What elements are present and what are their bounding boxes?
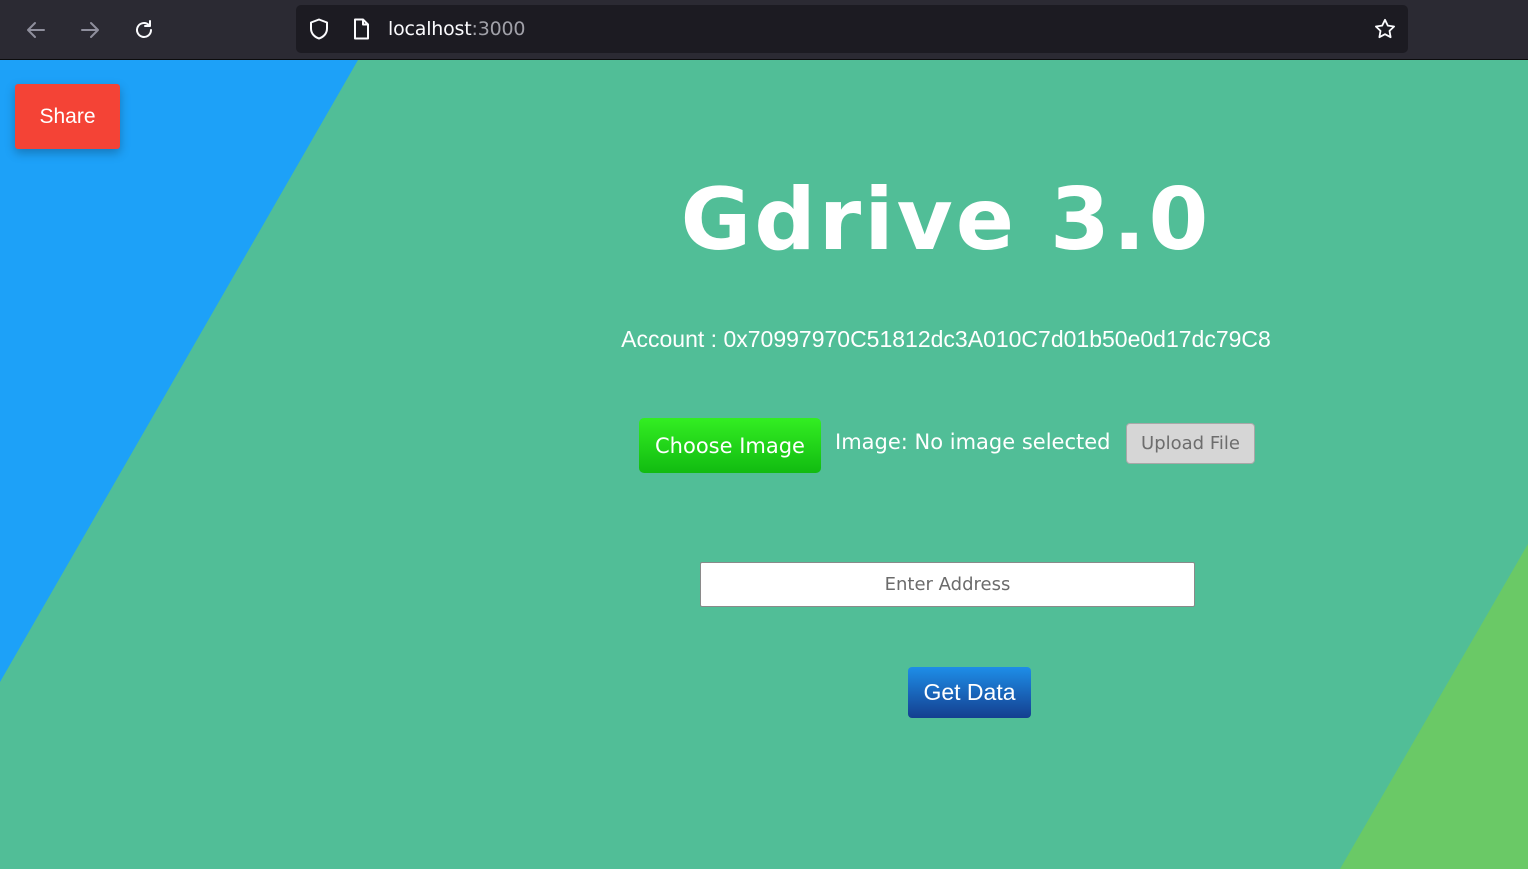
star-icon[interactable] (1373, 17, 1397, 41)
arrow-left-icon (27, 22, 45, 38)
right-green-corner (1340, 544, 1528, 869)
address-bar[interactable]: localhost:3000 (296, 5, 1408, 53)
browser-toolbar: localhost:3000 (0, 0, 1528, 60)
address-input[interactable] (700, 562, 1195, 607)
shield-icon[interactable] (307, 17, 331, 41)
share-button[interactable]: Share (15, 84, 120, 149)
reload-icon (136, 20, 152, 38)
forward-button[interactable] (72, 12, 108, 48)
page-title: Gdrive 3.0 (680, 170, 1212, 270)
page-content: Share Gdrive 3.0 Account : 0x70997970C51… (0, 60, 1528, 869)
arrow-right-icon (81, 22, 99, 38)
back-button[interactable] (18, 12, 54, 48)
left-blue-panel (0, 60, 358, 682)
image-status-label: Image: No image selected (835, 430, 1111, 454)
url-host: localhost (388, 18, 472, 40)
choose-image-button[interactable]: Choose Image (639, 418, 821, 473)
get-data-button[interactable]: Get Data (908, 667, 1031, 718)
page-icon[interactable] (349, 17, 373, 41)
url-port: :3000 (471, 18, 526, 40)
reload-button[interactable] (126, 12, 162, 48)
upload-file-button[interactable]: Upload File (1126, 423, 1255, 464)
account-address: Account : 0x70997970C51812dc3A010C7d01b5… (621, 326, 1271, 352)
url-text[interactable]: localhost:3000 (388, 18, 525, 40)
